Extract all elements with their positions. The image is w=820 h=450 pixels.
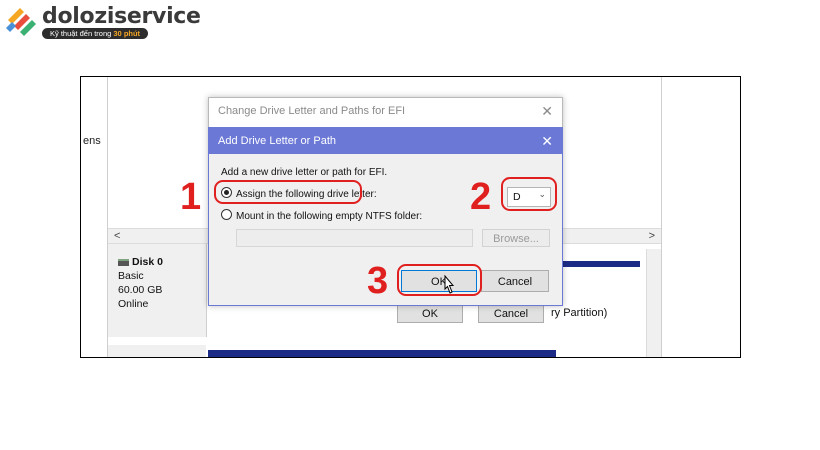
- browse-button[interactable]: Browse...: [482, 229, 550, 247]
- disk-size: 60.00 GB: [118, 284, 163, 296]
- disk-0-panel[interactable]: Disk 0 Basic 60.00 GB Online: [108, 244, 207, 337]
- logo-tagline-text: Kỹ thuật đến trong: [50, 29, 112, 38]
- mount-folder-label: Mount in the following empty NTFS folder…: [236, 211, 423, 222]
- logo-wordmark: doloziservice: [42, 4, 201, 29]
- radio-unselected[interactable]: [221, 209, 232, 220]
- step-1-label: 1: [180, 176, 202, 218]
- dialog-title: Add Drive Letter or Path: [218, 135, 337, 147]
- background-ok-button[interactable]: OK: [397, 303, 463, 323]
- vertical-scrollbar[interactable]: [646, 249, 661, 357]
- folder-path-input[interactable]: [236, 229, 473, 247]
- brand-logo: doloziservice Kỹ thuật đến trong 30 phút: [2, 2, 201, 42]
- scroll-left-button[interactable]: <: [114, 229, 120, 243]
- close-icon[interactable]: ✕: [541, 104, 553, 118]
- disk-icon: [118, 258, 129, 266]
- logo-tagline: Kỹ thuật đến trong 30 phút: [42, 28, 149, 39]
- step-3-label: 3: [367, 260, 389, 302]
- mount-folder-option[interactable]: Mount in the following empty NTFS folder…: [221, 209, 422, 222]
- step-2-highlight: [501, 177, 557, 211]
- divider: [661, 77, 662, 357]
- background-cancel-button[interactable]: Cancel: [478, 303, 544, 323]
- dialog-description: Add a new drive letter or path for EFI.: [221, 167, 388, 178]
- disk-name-row: Disk 0: [118, 256, 163, 268]
- dialog-title: Change Drive Letter and Paths for EFI: [218, 105, 406, 117]
- disk-name: Disk 0: [132, 256, 163, 268]
- mouse-pointer-icon: [444, 274, 455, 294]
- partition-bar[interactable]: [208, 350, 556, 357]
- logo-tagline-highlight: 30 phút: [113, 29, 141, 38]
- disk-status: Online: [118, 298, 149, 310]
- cancel-button[interactable]: Cancel: [481, 270, 549, 292]
- close-icon[interactable]: ✕: [541, 134, 553, 148]
- step-1-highlight: [214, 180, 362, 204]
- disk-1-panel[interactable]: [108, 345, 206, 357]
- scroll-right-button[interactable]: >: [649, 229, 655, 243]
- disk-type: Basic: [118, 270, 144, 282]
- dialog-titlebar: Add Drive Letter or Path ✕: [209, 128, 562, 154]
- partition-label: ry Partition): [551, 307, 608, 319]
- logo-mark-icon: [6, 8, 36, 36]
- side-text: ens: [83, 135, 101, 147]
- step-2-label: 2: [470, 176, 492, 218]
